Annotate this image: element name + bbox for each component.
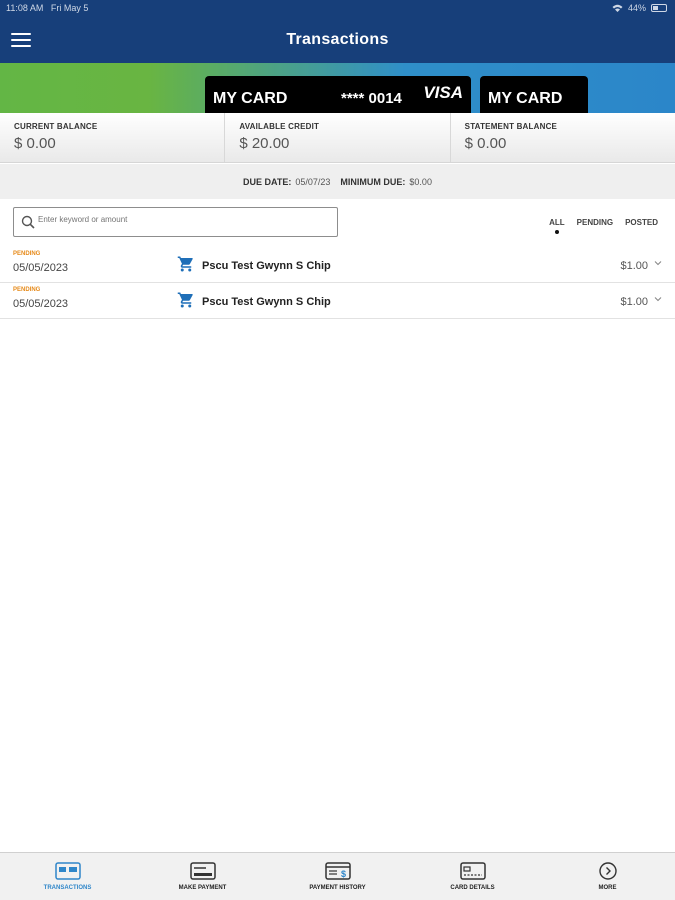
tab-make-payment[interactable]: MAKE PAYMENT <box>135 853 270 900</box>
battery-percent: 44% <box>627 3 646 13</box>
tab-payment-history[interactable]: $ PAYMENT HISTORY <box>270 853 405 900</box>
shopping-cart-icon <box>177 256 193 272</box>
chevron-circle-icon <box>598 862 617 880</box>
card-name: MY CARD <box>213 90 288 107</box>
available-credit: AVAILABLE CREDIT $ 20.00 <box>225 113 451 162</box>
card-tile-active[interactable]: MY CARD **** 0014 VISA <box>205 76 471 113</box>
chevron-down-icon[interactable] <box>654 259 662 267</box>
bottom-tab-bar: TRANSACTIONS MAKE PAYMENT $ PAYMENT HIST… <box>0 852 675 900</box>
card-number-masked: **** 0014 <box>341 90 402 107</box>
app-header: 11:08 AM Fri May 5 44% Transactions <box>0 0 675 63</box>
current-balance: CURRENT BALANCE $ 0.00 <box>0 113 226 162</box>
status-time: 11:08 AM <box>6 3 44 13</box>
minimum-due-value: $0.00 <box>409 176 432 187</box>
card-details-icon <box>459 862 486 880</box>
due-date-label: DUE DATE: <box>243 176 292 187</box>
status-bar: 11:08 AM Fri May 5 44% <box>0 0 675 16</box>
transaction-date: 05/05/2023 <box>13 298 69 310</box>
search-field[interactable] <box>13 207 338 237</box>
tab-transactions[interactable]: TRANSACTIONS <box>0 853 135 900</box>
transaction-amount: $1.00 <box>620 260 648 272</box>
visa-logo: VISA <box>423 83 463 102</box>
transaction-row[interactable]: PENDING 05/05/2023 Pscu Test Gwynn S Chi… <box>0 283 675 319</box>
search-icon <box>21 215 35 229</box>
chevron-down-icon[interactable] <box>654 295 662 303</box>
payment-history-icon: $ <box>324 862 351 880</box>
card-tile-next[interactable]: MY CARD <box>480 76 588 113</box>
status-date: Fri May 5 <box>50 3 89 13</box>
transaction-merchant: Pscu Test Gwynn S Chip <box>202 296 331 308</box>
wifi-icon <box>612 4 623 12</box>
tab-more[interactable]: MORE <box>540 853 675 900</box>
transaction-filter-tabs: ALL PENDING POSTED <box>549 218 658 234</box>
due-info-bar: DUE DATE: 05/07/23 MINIMUM DUE: $0.00 <box>0 164 675 199</box>
transaction-status: PENDING <box>13 251 41 257</box>
filter-posted[interactable]: POSTED <box>625 218 658 227</box>
minimum-due-label: MINIMUM DUE: <box>340 176 406 187</box>
tab-card-details[interactable]: CARD DETAILS <box>405 853 540 900</box>
shopping-cart-icon <box>177 292 193 308</box>
filter-all[interactable]: ALL <box>549 218 565 234</box>
card-carousel[interactable]: MY CARD **** 0014 VISA MY CARD <box>0 63 675 113</box>
filter-pending[interactable]: PENDING <box>577 218 613 227</box>
transaction-date: 05/05/2023 <box>13 262 69 274</box>
transaction-amount: $1.00 <box>620 296 648 308</box>
battery-icon <box>651 4 667 12</box>
card-name: MY CARD <box>488 90 563 107</box>
payment-card-icon <box>189 862 216 880</box>
transaction-status: PENDING <box>13 287 41 293</box>
svg-text:$: $ <box>341 869 346 879</box>
transaction-merchant: Pscu Test Gwynn S Chip <box>202 260 331 272</box>
due-date-value: 05/07/23 <box>295 176 331 187</box>
statement-balance: STATEMENT BALANCE $ 0.00 <box>464 122 558 152</box>
transaction-row[interactable]: PENDING 05/05/2023 Pscu Test Gwynn S Chi… <box>0 247 675 283</box>
transactions-icon <box>54 862 81 880</box>
page-title: Transactions <box>286 31 389 48</box>
search-input[interactable] <box>38 215 318 224</box>
balance-summary: CURRENT BALANCE $ 0.00 AVAILABLE CREDIT … <box>0 113 675 163</box>
